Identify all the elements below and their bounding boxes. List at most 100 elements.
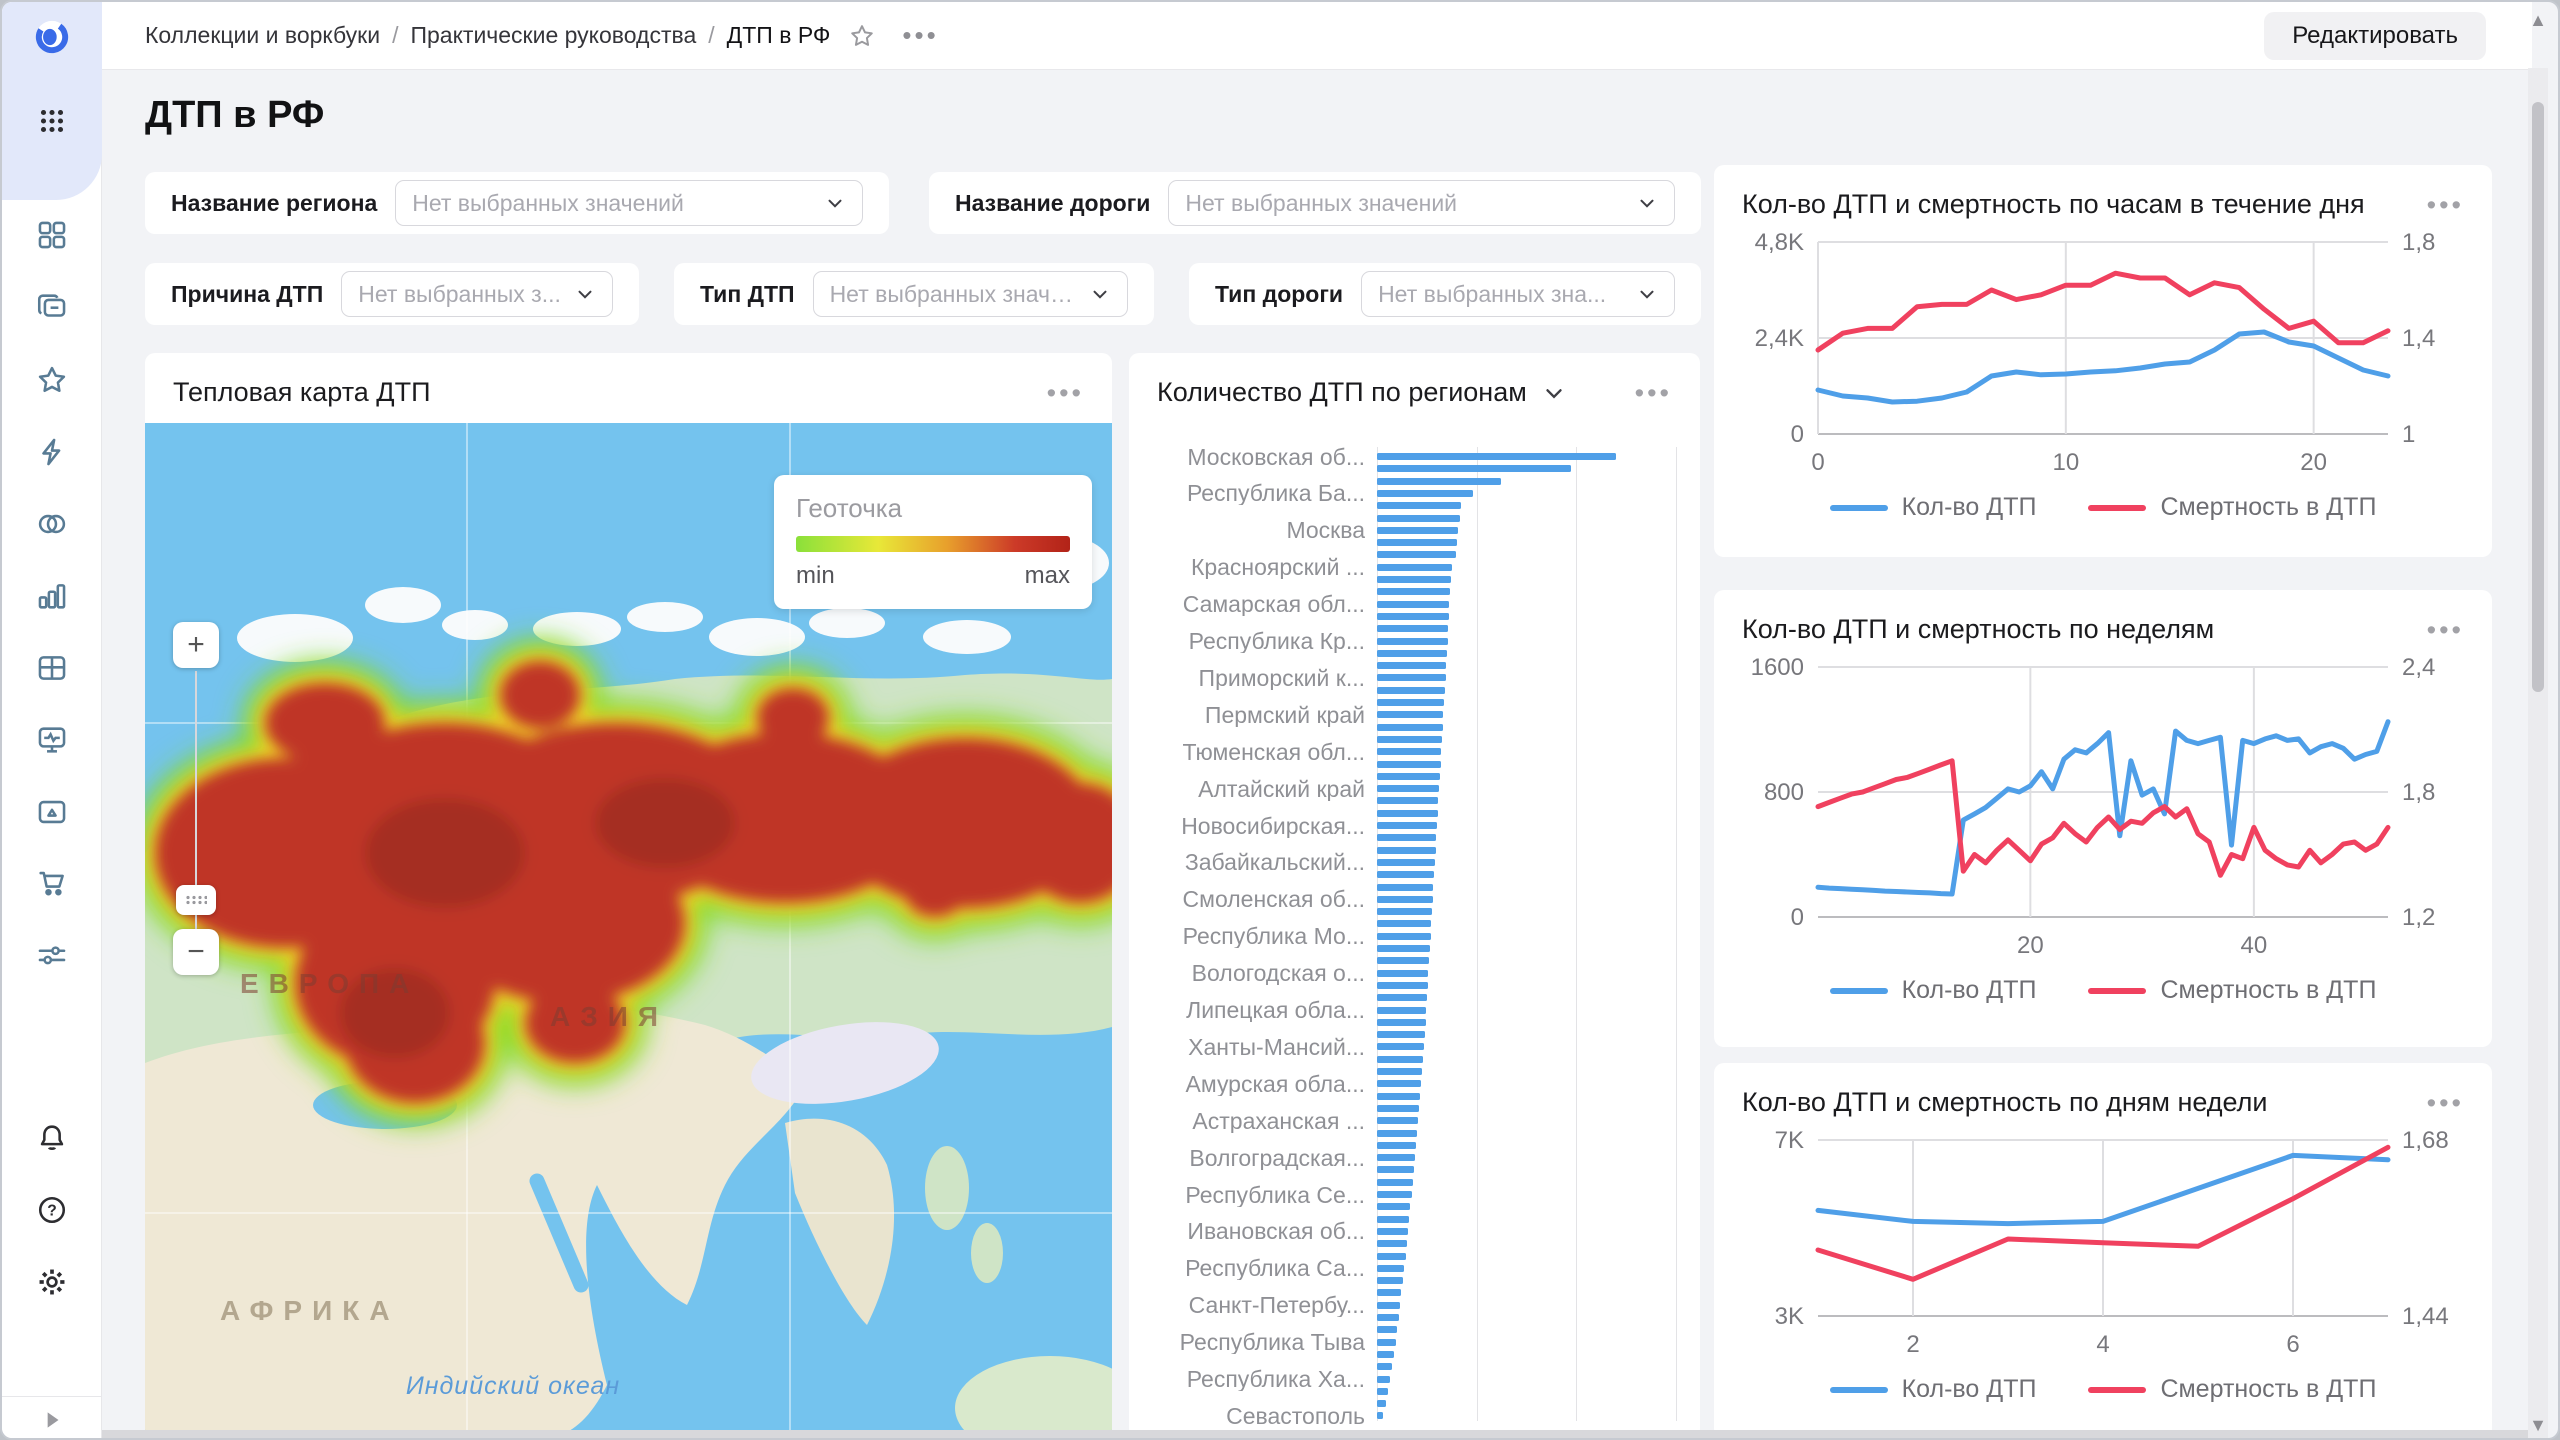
bar[interactable] — [1377, 957, 1429, 964]
bar[interactable] — [1377, 1166, 1414, 1173]
bar[interactable] — [1377, 1191, 1412, 1198]
bar[interactable] — [1377, 748, 1441, 755]
bar[interactable] — [1377, 920, 1431, 927]
bar[interactable] — [1377, 711, 1443, 718]
bar[interactable] — [1377, 1339, 1396, 1346]
workbooks-icon[interactable] — [33, 288, 71, 326]
files-icon[interactable] — [33, 793, 71, 831]
bar[interactable] — [1377, 896, 1433, 903]
bar[interactable] — [1377, 822, 1437, 829]
bar[interactable] — [1377, 1253, 1406, 1260]
bar[interactable] — [1377, 1351, 1394, 1358]
bar[interactable] — [1377, 834, 1436, 841]
bar[interactable] — [1377, 1314, 1399, 1321]
widget-menu-icon[interactable]: ••• — [2427, 200, 2464, 210]
bar[interactable] — [1377, 1412, 1383, 1419]
bar[interactable] — [1377, 478, 1501, 485]
bar[interactable] — [1377, 761, 1441, 768]
bar[interactable] — [1377, 650, 1447, 657]
settings-icon[interactable] — [33, 1263, 71, 1301]
bar[interactable] — [1377, 1265, 1404, 1272]
bar[interactable] — [1377, 736, 1442, 743]
bar[interactable] — [1377, 847, 1436, 854]
bar[interactable] — [1377, 490, 1473, 497]
bar[interactable] — [1377, 551, 1456, 558]
bar[interactable] — [1377, 625, 1448, 632]
bar[interactable] — [1377, 994, 1427, 1001]
breadcrumb-menu-icon[interactable]: ••• — [902, 20, 938, 51]
tables-icon[interactable] — [33, 649, 71, 687]
bar[interactable] — [1377, 1130, 1417, 1137]
bar[interactable] — [1377, 1056, 1423, 1063]
legend-item[interactable]: Кол-во ДТП — [1830, 976, 2037, 1005]
bar[interactable] — [1377, 1289, 1401, 1296]
map-zoom-out-button[interactable]: − — [173, 929, 219, 975]
bar[interactable] — [1377, 1068, 1422, 1075]
legend-item[interactable]: Смертность в ДТП — [2088, 976, 2376, 1005]
bar[interactable] — [1377, 1203, 1410, 1210]
bar[interactable] — [1377, 527, 1458, 534]
bar[interactable] — [1377, 1142, 1416, 1149]
favorite-star-icon[interactable] — [848, 22, 876, 50]
by-week-line-chart[interactable]: 080016001,21,82,42040 — [1738, 653, 2468, 963]
bar[interactable] — [1377, 933, 1431, 940]
bar[interactable] — [1377, 1240, 1407, 1247]
map-zoom-slider-handle[interactable] — [176, 885, 216, 915]
filter-road-select[interactable]: Нет выбранных значений — [1168, 180, 1675, 226]
bar[interactable] — [1377, 1216, 1409, 1223]
regions-bar-chart[interactable]: Московская об...Республика Ба...МоскваКр… — [1153, 447, 1676, 1425]
apps-grid-icon[interactable] — [33, 102, 71, 140]
bar[interactable] — [1377, 699, 1444, 706]
services-settings-icon[interactable] — [33, 936, 71, 974]
bar[interactable] — [1377, 601, 1449, 608]
filter-region-select[interactable]: Нет выбранных значений — [395, 180, 863, 226]
bar[interactable] — [1377, 1388, 1388, 1395]
breadcrumb-guides[interactable]: Практические руководства — [410, 22, 696, 49]
favorites-icon[interactable] — [33, 361, 71, 399]
legend-item[interactable]: Смертность в ДТП — [2088, 1375, 2376, 1404]
bar[interactable] — [1377, 662, 1446, 669]
bar[interactable] — [1377, 576, 1451, 583]
bar[interactable] — [1377, 515, 1460, 522]
bar[interactable] — [1377, 453, 1616, 460]
bar[interactable] — [1377, 1179, 1413, 1186]
bar[interactable] — [1377, 1326, 1397, 1333]
widget-menu-icon[interactable]: ••• — [1047, 388, 1084, 398]
scrollbar-thumb[interactable] — [2532, 102, 2544, 692]
bar[interactable] — [1377, 588, 1450, 595]
bar[interactable] — [1377, 859, 1435, 866]
bar[interactable] — [1377, 687, 1445, 694]
bar[interactable] — [1377, 1117, 1418, 1124]
bar[interactable] — [1377, 1376, 1390, 1383]
bar[interactable] — [1377, 982, 1428, 989]
widget-menu-icon[interactable]: ••• — [2427, 625, 2464, 635]
bar[interactable] — [1377, 674, 1446, 681]
bar[interactable] — [1377, 724, 1443, 731]
datalens-logo[interactable] — [33, 18, 71, 56]
heatmap-map[interactable]: ЕВРОПА АЗИЯ АФРИКА Индийский океан Геото… — [145, 423, 1112, 1439]
bar[interactable] — [1377, 1228, 1408, 1235]
bar[interactable] — [1377, 1277, 1403, 1284]
bar[interactable] — [1377, 797, 1438, 804]
expand-panel-icon[interactable] — [39, 1407, 65, 1433]
bar[interactable] — [1377, 1363, 1392, 1370]
bar[interactable] — [1377, 1105, 1419, 1112]
bar[interactable] — [1377, 1154, 1415, 1161]
edit-button[interactable]: Редактировать — [2264, 12, 2486, 60]
legend-item[interactable]: Кол-во ДТП — [1830, 1375, 2037, 1404]
scroll-down-icon[interactable]: ▼ — [2529, 1415, 2547, 1436]
legend-item[interactable]: Смертность в ДТП — [2088, 493, 2376, 522]
connections-icon[interactable] — [33, 505, 71, 543]
by-day-line-chart[interactable]: 3K7K1,441,68246 — [1738, 1126, 2468, 1362]
bar[interactable] — [1377, 810, 1438, 817]
by-hour-line-chart[interactable]: 02,4K4,8K11,41,801020 — [1738, 228, 2468, 480]
bar[interactable] — [1377, 1093, 1420, 1100]
breadcrumb-collections[interactable]: Коллекции и воркбуки — [145, 22, 380, 49]
bar[interactable] — [1377, 465, 1571, 472]
marketplace-icon[interactable] — [33, 864, 71, 902]
bar[interactable] — [1377, 502, 1461, 509]
quick-actions-icon[interactable] — [33, 433, 71, 471]
bar[interactable] — [1377, 1080, 1421, 1087]
filter-accident-type-select[interactable]: Нет выбранных значе... — [813, 271, 1128, 317]
chevron-down-icon[interactable] — [1541, 380, 1567, 406]
